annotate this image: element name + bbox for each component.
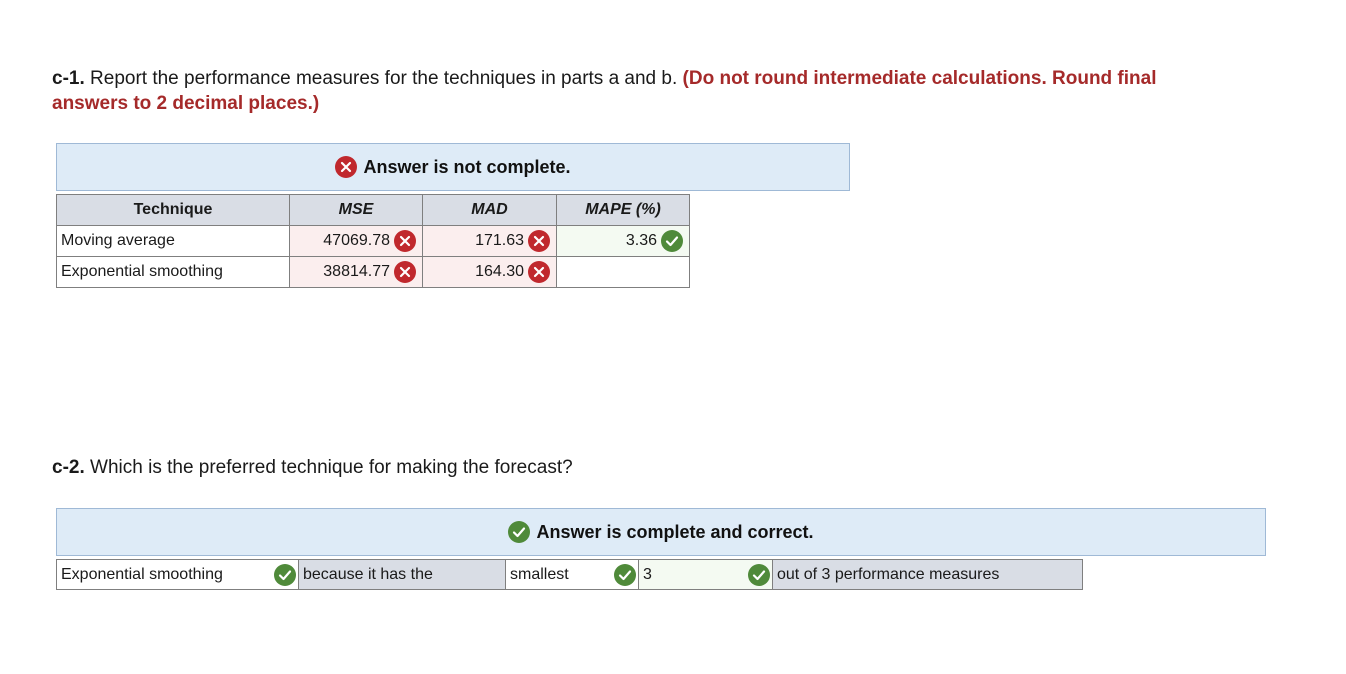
performance-table: Technique MSE MAD MAPE (%) Moving averag… [56, 194, 690, 288]
header-mad: MAD [422, 194, 557, 226]
question-c1-text: Report the performance measures for the … [84, 68, 678, 89]
tail-label: out of 3 performance measures [777, 565, 1000, 583]
mape-input[interactable]: 3.36 [556, 225, 690, 257]
x-circle-icon [335, 156, 358, 178]
mse-input[interactable]: 47069.78 [289, 225, 423, 257]
answer-status-banner-c2: Answer is complete and correct. [56, 508, 1266, 556]
mse-input[interactable]: 38814.77 [289, 256, 423, 288]
mape-input[interactable] [556, 256, 690, 288]
table-row: Exponential smoothing 38814.77 164.30 [56, 256, 690, 288]
technique-dropdown[interactable]: Exponential smoothing [56, 559, 299, 590]
check-circle-icon [508, 521, 531, 543]
connector-label: because it has the [303, 565, 433, 583]
x-circle-icon [528, 261, 550, 283]
mad-value: 164.30 [475, 263, 524, 280]
table-row: Moving average 47069.78 171.63 3.36 [56, 225, 690, 257]
mad-input[interactable]: 164.30 [422, 256, 557, 288]
count-input-value: 3 [643, 565, 652, 583]
check-circle-icon [661, 230, 683, 252]
comparison-dropdown-value: smallest [510, 565, 569, 583]
check-circle-icon [274, 563, 296, 586]
header-mape: MAPE (%) [556, 194, 690, 226]
question-c1-label: c-1. [52, 68, 85, 89]
connector-text: because it has the [299, 559, 506, 590]
comparison-dropdown[interactable]: smallest [506, 559, 639, 590]
table-header-row: Technique MSE MAD MAPE (%) [56, 194, 690, 226]
mad-value: 171.63 [475, 232, 524, 249]
answer-row-c2: Exponential smoothing because it has the… [56, 559, 1083, 590]
check-circle-icon [614, 563, 636, 586]
mad-input[interactable]: 171.63 [422, 225, 557, 257]
question-c1: c-1. Report the performance measures for… [52, 66, 1157, 116]
mse-value: 38814.77 [323, 263, 390, 280]
answer-status-banner-c1: Answer is not complete. [56, 143, 850, 191]
mse-value: 47069.78 [323, 232, 390, 249]
question-c2: c-2. Which is the preferred technique fo… [52, 455, 573, 480]
answer-status-text-c1: Answer is not complete. [363, 156, 571, 177]
question-c1-hint-line1: (Do not round intermediate calculations.… [677, 68, 1157, 89]
technique-cell: Exponential smoothing [56, 256, 290, 288]
mape-value: 3.36 [625, 232, 657, 249]
tail-text: out of 3 performance measures [773, 559, 1083, 590]
question-c1-hint-line2: answers to 2 decimal places.) [52, 93, 320, 114]
x-circle-icon [528, 230, 550, 252]
check-circle-icon [748, 563, 770, 586]
technique-dropdown-value: Exponential smoothing [61, 565, 223, 583]
header-technique: Technique [56, 194, 290, 226]
technique-cell: Moving average [56, 225, 290, 257]
question-c2-text: Which is the preferred technique for mak… [84, 457, 573, 478]
count-input[interactable]: 3 [639, 559, 773, 590]
x-circle-icon [394, 230, 416, 252]
question-c2-label: c-2. [52, 457, 85, 478]
x-circle-icon [394, 261, 416, 283]
header-mse: MSE [289, 194, 423, 226]
answer-status-text-c2: Answer is complete and correct. [536, 521, 814, 542]
